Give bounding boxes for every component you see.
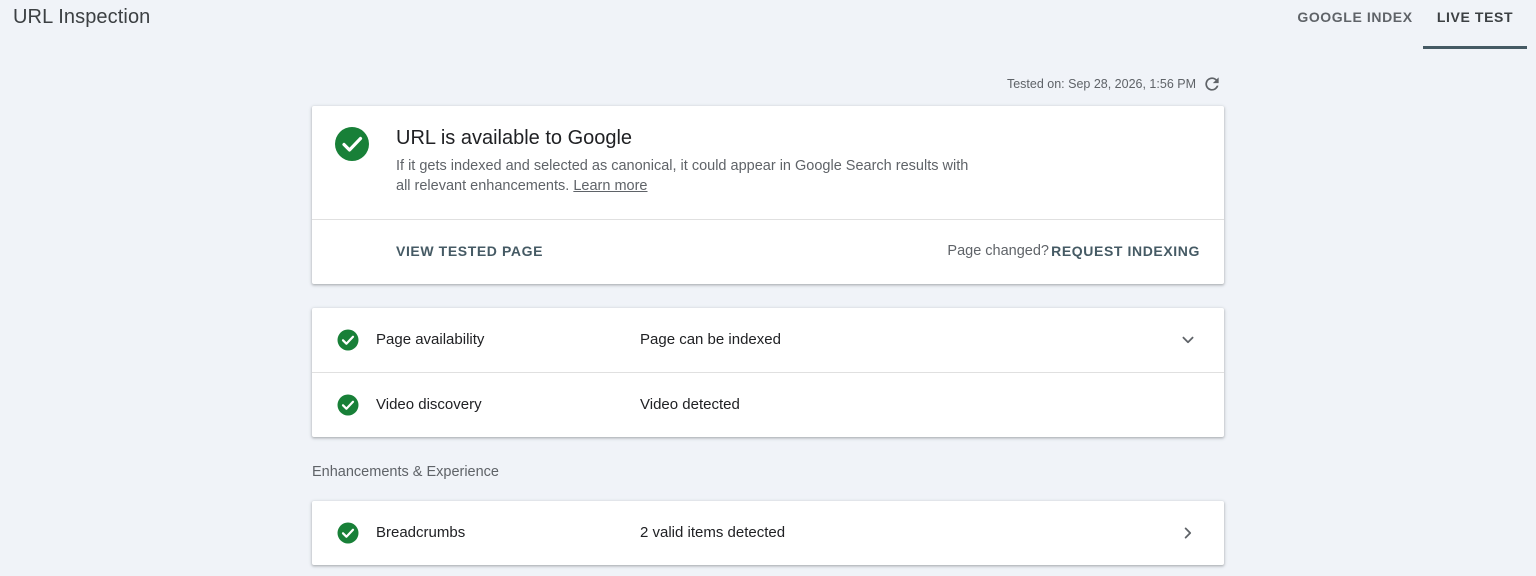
page-title: URL Inspection [13,6,151,28]
tested-on-row: Tested on: Sep 28, 2026, 1:56 PM [1007,73,1222,95]
enhancements-section-title: Enhancements & Experience [312,464,499,480]
tab-google-index[interactable]: GOOGLE INDEX [1288,0,1422,46]
learn-more-link[interactable]: Learn more [573,178,647,194]
checks-card: Page availability Page can be indexed Vi… [312,308,1224,437]
page-changed-label: Page changed? [947,243,1049,259]
enhancement-row-breadcrumbs[interactable]: Breadcrumbs 2 valid items detected [312,501,1224,565]
check-value: Page can be indexed [640,331,781,348]
status-description-text: If it gets indexed and selected as canon… [396,158,969,194]
check-label: Video discovery [376,396,482,413]
view-tested-page-button[interactable]: VIEW TESTED PAGE [396,243,543,259]
check-circle-icon [337,522,359,544]
check-label: Page availability [376,331,485,348]
tab-live-test[interactable]: LIVE TEST [1423,0,1527,49]
enhancement-value: 2 valid items detected [640,524,786,541]
check-circle-icon [334,126,370,162]
refresh-icon[interactable] [1202,74,1222,94]
status-card: URL is available to Google If it gets in… [312,106,1224,284]
check-row-video-discovery: Video discovery Video detected [312,372,1224,437]
check-value: Video detected [640,396,740,413]
top-bar: URL Inspection GOOGLE INDEX LIVE TEST [0,0,1536,49]
enhancements-card: Breadcrumbs 2 valid items detected [312,501,1224,565]
chevron-right-icon[interactable] [1176,521,1200,545]
check-circle-icon [337,394,359,416]
status-title: URL is available to Google [396,127,633,149]
chevron-down-icon[interactable] [1176,328,1200,352]
check-row-page-availability[interactable]: Page availability Page can be indexed [312,308,1224,372]
request-indexing-button[interactable]: REQUEST INDEXING [1051,243,1200,259]
enhancement-label: Breadcrumbs [376,524,466,541]
divider [312,219,1224,220]
tested-on-text: Tested on: Sep 28, 2026, 1:56 PM [1006,77,1196,91]
status-description: If it gets indexed and selected as canon… [396,156,976,196]
check-circle-icon [337,329,359,351]
